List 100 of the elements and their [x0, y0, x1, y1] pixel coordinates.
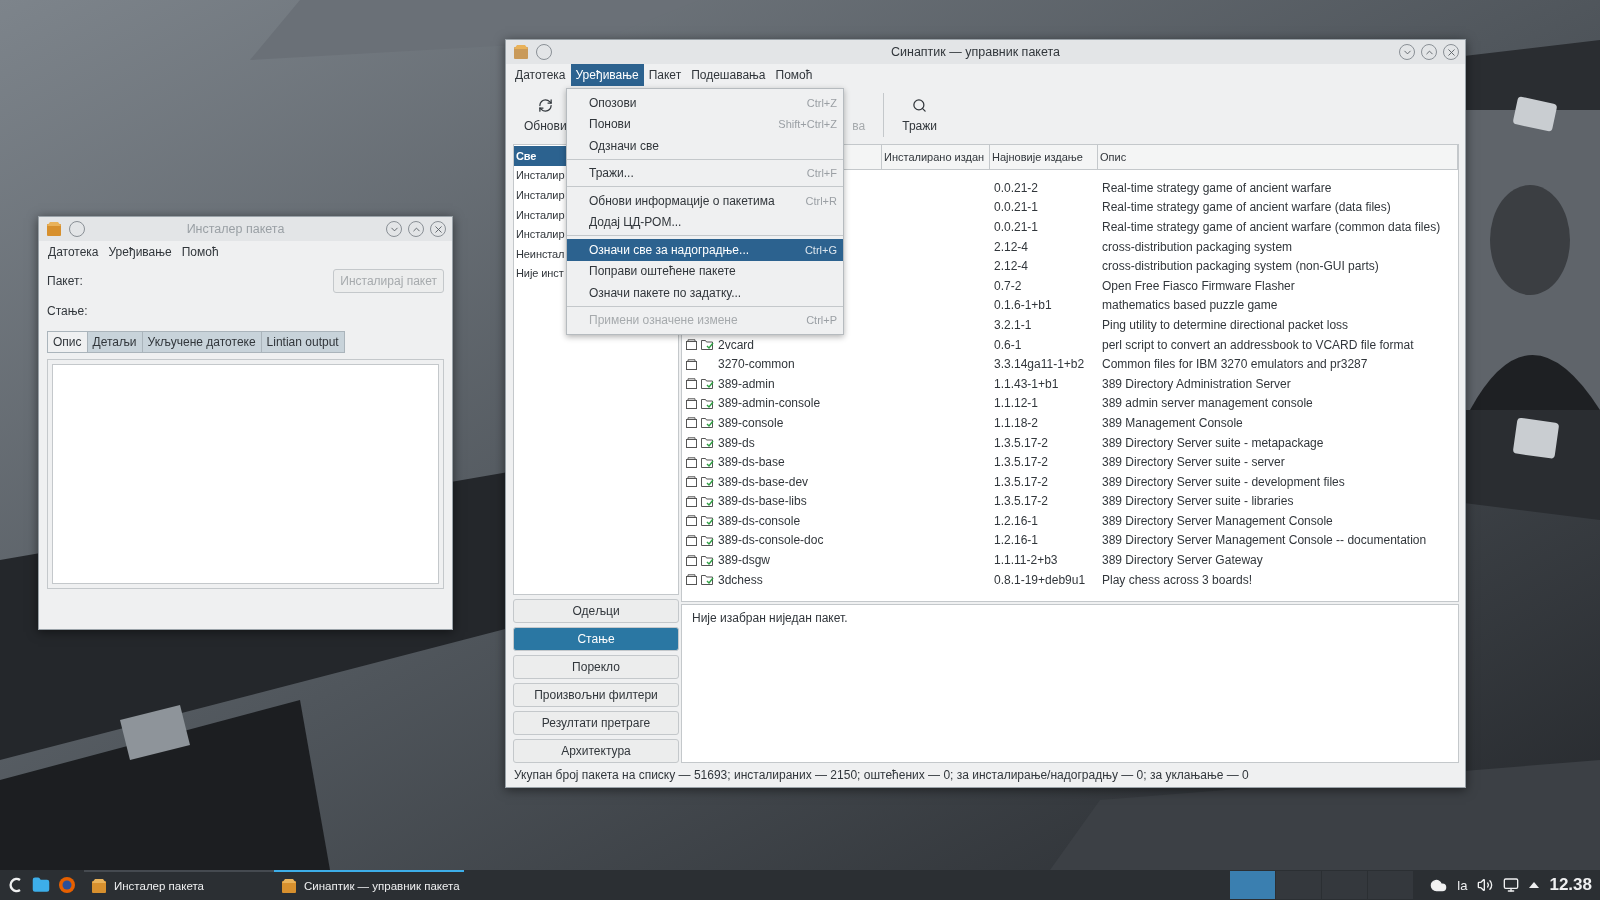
menu-entry[interactable]: Поправи оштећене пакете — [567, 260, 843, 282]
desktop-pager[interactable] — [1230, 871, 1277, 899]
menu-entry-label: Означи пакете по задатку... — [589, 285, 742, 300]
box-icon — [686, 456, 697, 468]
task-button[interactable]: Синаптик — управник пакета — [274, 870, 464, 900]
menu-item[interactable]: Уређивање — [103, 241, 177, 263]
filter-button[interactable]: Порекло — [513, 655, 679, 679]
menu-entry-label: Тражи... — [589, 166, 634, 181]
tab[interactable]: Укључене датотеке — [141, 331, 262, 353]
description-cell-text: 389 Directory Administration Server — [1101, 376, 1292, 391]
menu-entry[interactable]: Опозови Ctrl+Z — [567, 92, 843, 114]
field-label: Стање: — [47, 304, 88, 318]
version-cell-text: 3.2.1-1 — [993, 317, 1033, 332]
window-title: Синаптик — управник пакета — [889, 45, 1062, 59]
package-cell[interactable]: 389-ds-console-doc — [682, 533, 882, 548]
window-title: Инсталер пакета — [185, 222, 286, 236]
menu-entry[interactable]: Тражи... Ctrl+F — [567, 162, 843, 184]
search-icon — [912, 97, 928, 113]
tray-expand-icon[interactable] — [1529, 881, 1540, 889]
package-name: 389-ds-base-libs — [718, 494, 807, 509]
filter-button[interactable]: Резултати претраге — [513, 711, 679, 735]
menu-entry[interactable]: Обнови информације о пакетима Ctrl+R — [567, 190, 843, 212]
package-cell[interactable]: 389-dsgw — [682, 553, 882, 568]
field-label: Пакет: — [47, 274, 83, 288]
description-cell-text: 389 Directory Server suite - server — [1101, 455, 1286, 470]
close-icon — [1445, 46, 1457, 58]
menu-item[interactable]: Уређивање — [570, 64, 644, 86]
package-cell[interactable]: 2vcard — [682, 337, 882, 352]
package-cell[interactable]: 389-admin — [682, 376, 882, 391]
package-cell[interactable]: 389-ds-base — [682, 455, 882, 470]
filter-button[interactable]: Архитектура — [513, 739, 679, 763]
version-cell-text: 1.3.5.17-2 — [993, 474, 1050, 489]
package-name: 389-ds-console — [718, 513, 801, 528]
box-icon — [686, 417, 697, 429]
menu-item[interactable]: Помоћ — [770, 64, 818, 86]
description-cell-text: cross-distribution packaging system — [1101, 239, 1294, 254]
clock[interactable]: 12.38 — [1549, 875, 1592, 895]
package-cell[interactable]: 389-ds-base-dev — [682, 474, 882, 489]
filter-button[interactable]: Произвољни филтери — [513, 683, 679, 707]
menu-entry[interactable]: Одзначи све — [567, 135, 843, 157]
menu-item[interactable]: Помоћ — [176, 241, 224, 263]
description-cell-text: Ping utility to determine directional packet loss — [1101, 317, 1350, 332]
box-icon — [686, 339, 697, 351]
tab[interactable]: Lintian output — [260, 331, 345, 353]
menu-item[interactable]: Подешавања — [686, 64, 771, 86]
package-name: 3270-common — [718, 357, 795, 372]
tab[interactable]: Опис — [47, 331, 88, 353]
menu-entry[interactable]: Означи све за надоградње... Ctrl+G — [567, 239, 843, 261]
tab[interactable]: Детаљи — [86, 331, 143, 353]
package-cell[interactable]: 389-ds — [682, 435, 882, 450]
box-icon — [686, 397, 697, 409]
version-cell-text: 0.0.21-1 — [993, 200, 1040, 215]
column-header[interactable]: Опис — [1098, 145, 1458, 169]
description-cell-text: 389 admin server management console — [1101, 396, 1314, 411]
package-cell[interactable]: 389-ds-base-libs — [682, 494, 882, 509]
version-cell-text: 0.1.6-1+b1 — [993, 298, 1053, 313]
column-header[interactable]: Најновије издање — [990, 145, 1098, 169]
menu-entry-label: Обнови информације о пакетима — [589, 193, 775, 208]
box-icon — [686, 535, 697, 546]
keyboard-layout[interactable]: la — [1457, 877, 1468, 893]
shortcut: Ctrl+F — [806, 167, 837, 180]
version-cell-text: 0.8.1-19+deb9u1 — [993, 572, 1087, 587]
version-cell-text: 0.6-1 — [993, 337, 1023, 352]
menu-item[interactable]: Пакет — [643, 64, 687, 86]
menu-item[interactable]: Датотека — [510, 64, 571, 86]
description-cell-text: 389 Management Console — [1101, 415, 1244, 430]
shortcut: Ctrl+G — [804, 243, 837, 256]
menu-entry[interactable]: Означи пакете по задатку... — [567, 282, 843, 304]
package-cell[interactable]: 389-console — [682, 415, 882, 430]
menu-entry[interactable]: Додај ЦД-РОМ... — [567, 211, 843, 233]
search-button[interactable]: Тражи — [892, 97, 947, 133]
package-cell[interactable]: 3dchess — [682, 572, 882, 587]
filter-button[interactable]: Одељци — [513, 599, 679, 623]
package-name: 389-admin-console — [718, 396, 821, 411]
package-cell[interactable]: 389-ds-console — [682, 513, 882, 528]
menu-entry-label: Опозови — [589, 95, 637, 110]
menu-item[interactable]: Датотека — [43, 241, 104, 263]
description-cell-text: 389 Directory Server Gateway — [1101, 553, 1264, 568]
package-cell[interactable]: 3270-common — [682, 357, 882, 372]
package-icon — [512, 43, 530, 61]
column-header[interactable]: Инсталирано издан — [882, 145, 990, 169]
shortcut: Ctrl+R — [805, 194, 837, 207]
package-name: 389-admin — [718, 376, 775, 391]
menu-entry[interactable]: Понови Shift+Ctrl+Z — [567, 113, 843, 135]
version-cell-text: 2.12-4 — [993, 239, 1030, 254]
shortcut: Shift+Ctrl+Z — [778, 118, 837, 131]
folder-icon[interactable] — [32, 876, 50, 894]
task-button[interactable]: Инсталер пакета — [84, 870, 274, 900]
version-cell-text: 1.2.16-1 — [993, 513, 1040, 528]
menu-entry-label: Додај ЦД-РОМ... — [589, 215, 682, 230]
volume-icon[interactable] — [1477, 877, 1494, 893]
package-cell[interactable]: 389-admin-console — [682, 396, 882, 411]
package-name: 389-ds — [718, 435, 755, 450]
network-icon[interactable] — [1503, 877, 1520, 893]
package-name: 389-dsgw — [718, 553, 771, 568]
browser-icon[interactable] — [58, 876, 76, 894]
version-cell-text: 0.7-2 — [993, 278, 1023, 293]
filter-button[interactable]: Стање — [513, 627, 679, 651]
box-icon — [686, 476, 697, 488]
description-cell-text: Play chess across 3 boards! — [1101, 572, 1254, 587]
